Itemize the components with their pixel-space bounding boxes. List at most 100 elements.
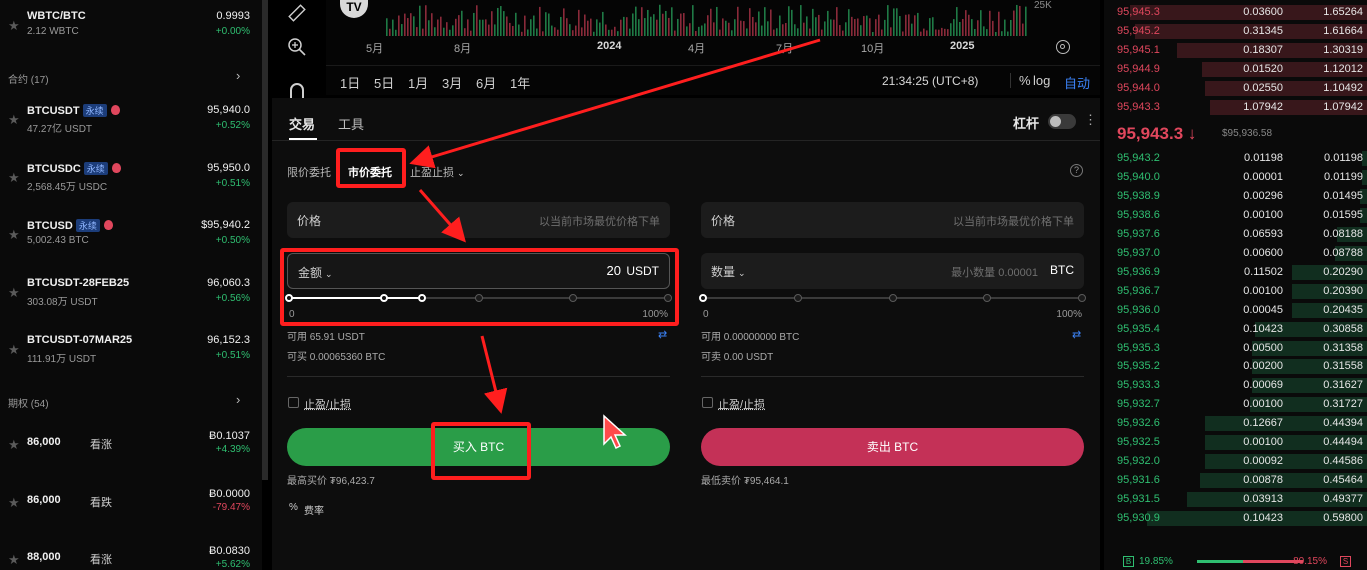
volume-bar	[671, 7, 673, 36]
bid-row[interactable]: 95,935.3 0.00500 0.31358	[1104, 339, 1367, 358]
sell-button[interactable]: 卖出 BTC	[701, 428, 1084, 466]
volume-bar	[440, 17, 442, 36]
ask-row[interactable]: 95,945.3 0.03600 1.65264	[1104, 3, 1367, 22]
star-icon[interactable]: ★	[8, 112, 20, 128]
more-icon[interactable]: ⋮	[1084, 112, 1097, 128]
perpetual-tag: 永续	[83, 104, 107, 117]
zoom-in-icon[interactable]	[286, 36, 308, 58]
bid-row[interactable]: 95,936.0 0.00045 0.20435	[1104, 301, 1367, 320]
star-icon[interactable]: ★	[8, 552, 20, 568]
chevron-right-icon[interactable]: ›	[236, 68, 240, 83]
ask-row[interactable]: 95,944.9 0.01520 1.12012	[1104, 60, 1367, 79]
bid-size: 0.00296	[1243, 190, 1283, 202]
timeframe-option[interactable]: 1日	[340, 73, 360, 92]
settings-icon[interactable]	[1056, 40, 1070, 54]
market-row[interactable]: ★ BTCUSDC 永续 2,568.45万 USDC 95,950.0 +0.51%	[0, 156, 262, 206]
option-row[interactable]: ★ 86,000 看跌 Ƀ0.0000 -79.47%	[0, 482, 262, 532]
volume-bar	[665, 11, 667, 36]
timeframe-option[interactable]: 1月	[408, 73, 428, 92]
market-row-wbtc[interactable]: ★ WBTC/BTC 2.12 WBTC 0.9993 +0.00%	[0, 4, 262, 54]
volume-bar	[629, 29, 631, 36]
timeframe-option[interactable]: 6月	[476, 73, 496, 92]
info-icon[interactable]: ?	[1070, 164, 1083, 177]
option-row[interactable]: ★ 86,000 看涨 Ƀ0.1037 +4.39%	[0, 424, 262, 474]
log-scale-toggle[interactable]: log	[1033, 73, 1050, 88]
price-chart[interactable]: TV 25K 5月 8月 2024 4月 7月 10月 2025	[326, 0, 1100, 65]
star-icon[interactable]: ★	[8, 495, 20, 511]
max-sell: 可卖 0.00 USDT	[701, 348, 773, 363]
market-row[interactable]: ★ BTCUSD 永续 5,002.43 BTC $95,940.2 +0.50%	[0, 213, 262, 263]
ask-row[interactable]: 95,945.2 0.31345 1.61664	[1104, 22, 1367, 41]
timeframe-option[interactable]: 3月	[442, 73, 462, 92]
bid-row[interactable]: 95,932.5 0.00100 0.44494	[1104, 433, 1367, 452]
volume-bar	[770, 10, 772, 36]
chevron-right-icon[interactable]: ›	[236, 392, 240, 407]
tab-tools[interactable]: 工具	[338, 114, 364, 133]
bid-row[interactable]: 95,935.2 0.00200 0.31558	[1104, 357, 1367, 376]
star-icon[interactable]: ★	[8, 285, 20, 301]
bid-row[interactable]: 95,937.0 0.00600 0.08788	[1104, 244, 1367, 263]
bid-row[interactable]: 95,937.6 0.06593 0.08188	[1104, 225, 1367, 244]
scrollbar[interactable]	[262, 0, 268, 480]
swap-icon[interactable]: ⇄	[1072, 328, 1081, 341]
bid-total: 0.44494	[1323, 436, 1363, 448]
bid-row[interactable]: 95,938.9 0.00296 0.01495	[1104, 187, 1367, 206]
star-icon[interactable]: ★	[8, 437, 20, 453]
tpsl-checkbox[interactable]	[288, 397, 299, 408]
tpsl-checkbox[interactable]	[702, 397, 713, 408]
sell-price-field[interactable]: 价格 以当前市场最优价格下单	[701, 202, 1084, 238]
bid-price: 95,933.3	[1117, 379, 1160, 391]
ruler-icon[interactable]	[286, 2, 308, 24]
bid-row[interactable]: 95,932.6 0.12667 0.44394	[1104, 414, 1367, 433]
bid-row[interactable]: 95,932.0 0.00092 0.44586	[1104, 452, 1367, 471]
sell-quantity-slider[interactable]: 0 100%	[703, 291, 1082, 305]
timeframe-option[interactable]: 5日	[374, 73, 394, 92]
bid-row[interactable]: 95,940.0 0.00001 0.01199	[1104, 168, 1367, 187]
bid-row[interactable]: 95,932.7 0.00100 0.31727	[1104, 395, 1367, 414]
slider-stop[interactable]	[699, 294, 707, 302]
ask-row[interactable]: 95,945.1 0.18307 1.30319	[1104, 41, 1367, 60]
market-row[interactable]: ★ BTCUSDT-28FEB25 303.08万 USDT 96,060.3 +0.5…	[0, 271, 262, 321]
order-type-tpsl[interactable]: 止盈止损 ⌄	[410, 164, 465, 180]
auto-scale-toggle[interactable]: 自动	[1064, 73, 1090, 92]
slider-stop[interactable]	[1078, 294, 1086, 302]
market-row[interactable]: ★ BTCUSDT-07MAR25 111.91万 USDT 96,152.3 +0.5…	[0, 328, 262, 378]
fee-rate-link[interactable]: 费率	[304, 502, 324, 517]
bid-row[interactable]: 95,930.9 0.10423 0.59800	[1104, 509, 1367, 528]
leverage-toggle[interactable]	[1048, 114, 1076, 129]
volume-bar	[599, 23, 601, 36]
option-row[interactable]: ★ 88,000 看涨 Ƀ0.0830 +5.62%	[0, 539, 262, 570]
bid-row[interactable]: 95,936.7 0.00100 0.20390	[1104, 282, 1367, 301]
swap-icon[interactable]: ⇄	[658, 328, 667, 341]
volume-bar	[626, 17, 628, 36]
ask-row[interactable]: 95,944.0 0.02550 1.10492	[1104, 79, 1367, 98]
slider-stop[interactable]	[889, 294, 897, 302]
ask-price: 95,945.1	[1117, 44, 1160, 56]
sell-quantity-field[interactable]: 数量 ⌄ 最小数量 0.00001 BTC	[701, 253, 1084, 289]
market-row[interactable]: ★ BTCUSDT 永续 47.27亿 USDT 95,940.0 +0.52%	[0, 98, 262, 148]
order-type-limit[interactable]: 限价委托	[287, 164, 331, 180]
bid-row[interactable]: 95,933.3 0.00069 0.31627	[1104, 376, 1367, 395]
buy-price-field[interactable]: 价格 以当前市场最优价格下单	[287, 202, 670, 238]
quantity-unit-selector[interactable]: 数量 ⌄	[711, 263, 746, 280]
bid-row[interactable]: 95,935.4 0.10423 0.30858	[1104, 320, 1367, 339]
ask-row[interactable]: 95,943.3 1.07942 1.07942	[1104, 98, 1367, 117]
star-icon[interactable]: ★	[8, 342, 20, 358]
x-axis-label: 10月	[861, 40, 884, 56]
bid-row[interactable]: 95,938.6 0.00100 0.01595	[1104, 206, 1367, 225]
slider-stop[interactable]	[983, 294, 991, 302]
percent-scale-toggle[interactable]: %	[1010, 73, 1031, 88]
volume-bar	[542, 31, 544, 36]
options-header[interactable]: 期权 (54)	[8, 395, 49, 410]
contracts-header[interactable]: 合约 (17)	[8, 71, 49, 86]
bid-row[interactable]: 95,931.6 0.00878 0.45464	[1104, 471, 1367, 490]
timeframe-option[interactable]: 1年	[510, 73, 530, 92]
star-icon[interactable]: ★	[8, 170, 20, 186]
slider-stop[interactable]	[794, 294, 802, 302]
tab-trade[interactable]: 交易	[289, 114, 315, 133]
bid-row[interactable]: 95,931.5 0.03913 0.49377	[1104, 490, 1367, 509]
bid-row[interactable]: 95,943.2 0.01198 0.01198	[1104, 149, 1367, 168]
star-icon[interactable]: ★	[8, 227, 20, 243]
bid-row[interactable]: 95,936.9 0.11502 0.20290	[1104, 263, 1367, 282]
star-icon[interactable]: ★	[8, 18, 20, 34]
